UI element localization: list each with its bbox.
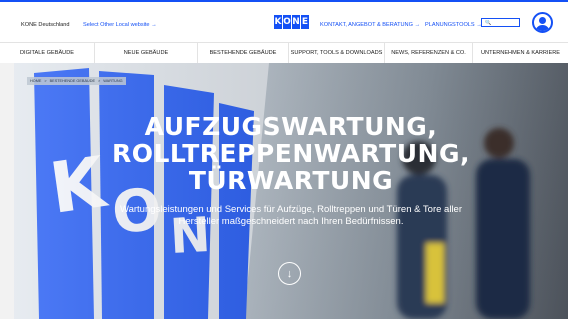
hero-title-line: ROLLTREPPENWARTUNG, [112,139,470,168]
hero-subtitle-line: Hersteller maßgeschneidert nach Ihren Be… [178,216,404,227]
breadcrumb-item-bestehende-gebaeude[interactable]: BESTEHENDE GEBÄUDE [50,79,95,83]
hero-title-line: AUFZUGSWARTUNG, [144,112,438,141]
nav-item-neue-gebaeude[interactable]: NEUE GEBÄUDE [95,43,198,63]
logo-letter: O [283,15,291,29]
logo-letter: E [301,15,309,29]
nav-item-news-referenzen[interactable]: NEWS, REFERENZEN & CO. [385,43,473,63]
site-header: KONE Deutschland Select Other Local webs… [0,2,568,42]
hero-subtitle-line: Wartungsleistungen und Services für Aufz… [119,204,463,215]
breadcrumb: HOME > BESTEHENDE GEBÄUDE > WARTUNG [27,77,126,85]
logo-letter: N [292,15,300,29]
select-local-website-link[interactable]: Select Other Local website → [83,22,157,28]
breadcrumb-separator: > [44,79,47,83]
breadcrumb-separator: > [98,79,101,83]
avatar-body [535,25,550,31]
breadcrumb-item-wartung: WARTUNG [103,79,123,83]
scroll-down-button[interactable]: ↓ [278,262,301,285]
avatar-head [539,17,546,24]
planning-tools-link[interactable]: PLANUNGSTOOLS → [425,22,482,28]
nav-item-unternehmen-karriere[interactable]: UNTERNEHMEN & KARRIERE [473,43,568,63]
nav-item-digitale-gebaeude[interactable]: DIGITALE GEBÄUDE [0,43,95,63]
search-input[interactable] [481,18,520,27]
user-account-icon[interactable] [532,12,553,33]
kone-logo[interactable]: K O N E [274,15,309,29]
breadcrumb-item-home[interactable]: HOME [30,79,41,83]
site-name: KONE Deutschland [21,22,70,28]
hero-title-line: TÜRWARTUNG [188,166,394,195]
hero-side-margin [0,63,14,319]
logo-letter: K [274,15,282,29]
nav-item-support-tools[interactable]: SUPPORT, TOOLS & DOWNLOADS [289,43,385,63]
nav-item-bestehende-gebaeude[interactable]: BESTEHENDE GEBÄUDE [198,43,289,63]
hero-banner: K O N HOME > BESTEHENDE GEBÄUDE > WARTUN… [14,63,568,319]
main-navigation: DIGITALE GEBÄUDE NEUE GEBÄUDE BESTEHENDE… [0,42,568,63]
contact-link[interactable]: KONTAKT, ANGEBOT & BERATUNG → [320,22,420,28]
arrow-down-icon: ↓ [286,267,293,280]
